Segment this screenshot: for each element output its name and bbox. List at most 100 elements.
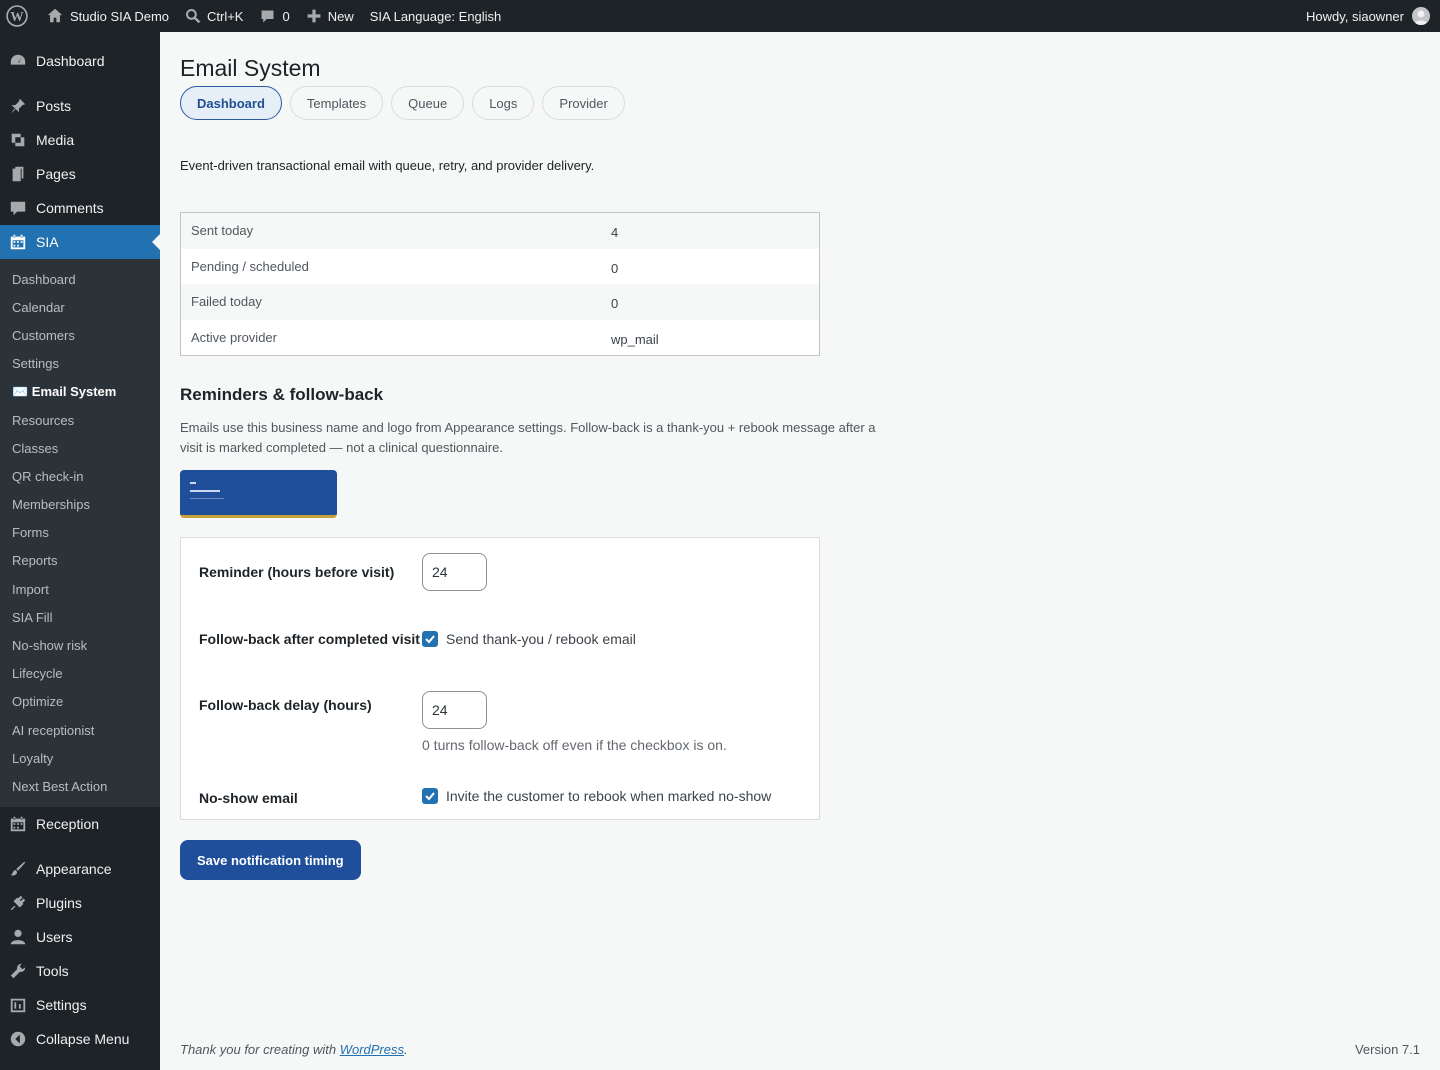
form-row-delay: Follow-back delay (hours) 24 0 turns fol… [199, 691, 801, 785]
menu-sia[interactable]: SIA [0, 225, 160, 259]
menu-label: Pages [36, 166, 76, 182]
email-logo-preview [180, 470, 337, 518]
my-account-menu[interactable]: Howdy, siaowner [1298, 0, 1440, 32]
pin-icon [8, 96, 28, 116]
menu-label: Posts [36, 98, 72, 114]
menu-media[interactable]: Media [0, 123, 160, 157]
main-content: Email System Dashboard Templates Queue L… [160, 32, 1440, 1070]
table-row: Pending / scheduled 0 [181, 249, 819, 285]
menu-dashboard[interactable]: Dashboard [0, 44, 160, 78]
menu-tools[interactable]: Tools [0, 954, 160, 988]
sidebar-item-sia-sub[interactable]: No-show risk [0, 631, 160, 659]
menu-label: Dashboard [36, 53, 105, 69]
wrench-icon [8, 961, 28, 981]
sidebar-item-sia-sub[interactable]: Calendar [0, 293, 160, 321]
menu-label: Settings [36, 996, 87, 1013]
sidebar-item-sia-sub[interactable]: Customers [0, 321, 160, 349]
tab-provider[interactable]: Provider [542, 86, 625, 120]
admin-sidebar: Dashboard Posts Media Pages Comments SIA… [0, 32, 160, 1070]
sidebar-item-sia-sub[interactable]: Optimize [0, 688, 160, 716]
sidebar-item-sia-sub[interactable]: SIA Fill [0, 603, 160, 631]
menu-label: Appearance [36, 860, 112, 877]
stat-value: wp_mail [611, 331, 659, 347]
plugin-icon [8, 893, 28, 913]
calendar-icon [8, 814, 28, 834]
section-heading: Reminders & follow-back [180, 385, 384, 404]
stat-value: 0 [611, 296, 619, 312]
menu-plugins[interactable]: Plugins [0, 886, 160, 920]
menu-label: Collapse Menu [36, 1030, 130, 1047]
sidebar-item-sia-sub[interactable]: Next Best Action [0, 772, 160, 800]
sia-submenu: Dashboard Calendar Customers Settings ✉️ Ema… [0, 259, 160, 807]
table-row: Active provider wp_mail [181, 320, 819, 356]
menu-posts[interactable]: Posts [0, 89, 160, 123]
noshow-label: No-show email [199, 790, 298, 806]
comments-link[interactable]: 0 [251, 0, 297, 32]
media-icon [8, 130, 28, 150]
followback-delay-input[interactable]: 24 [422, 691, 487, 729]
menu-label: Users [36, 928, 73, 945]
plus-icon [306, 8, 322, 24]
pages-icon [8, 164, 28, 184]
tab-dashboard[interactable]: Dashboard [180, 86, 282, 120]
save-notification-timing-button[interactable]: Save notification timing [180, 840, 361, 880]
sidebar-item-sia-sub[interactable]: AI receptionist [0, 716, 160, 744]
language-switcher[interactable]: SIA Language: English [362, 0, 510, 32]
wordpress-logo-icon[interactable]: W [0, 0, 38, 32]
calendar-icon [8, 232, 28, 252]
comments-icon [8, 198, 28, 218]
sidebar-item-sia-sub[interactable]: ✉️ Email System [0, 378, 160, 406]
sidebar-item-sia-sub[interactable]: Import [0, 575, 160, 603]
followback-checkbox-label[interactable]: Send thank-you / rebook email [422, 631, 801, 647]
stats-table: Sent today 4 Pending / scheduled 0 Faile… [180, 212, 820, 356]
svg-text:W: W [10, 9, 23, 24]
new-content-button[interactable]: New [298, 0, 362, 32]
sidebar-item-sia-sub[interactable]: Memberships [0, 491, 160, 519]
sidebar-item-sia-sub[interactable]: QR check-in [0, 462, 160, 490]
sidebar-item-sia-sub[interactable]: Settings [0, 350, 160, 378]
menu-appearance[interactable]: Appearance [0, 852, 160, 886]
footer-version: Version 7.1 [1354, 1042, 1420, 1057]
tab-queue[interactable]: Queue [391, 86, 465, 120]
reminder-hours-input[interactable]: 24 [422, 553, 487, 591]
avatar [1412, 7, 1430, 25]
noshow-checkbox[interactable] [422, 788, 438, 804]
followback-checkbox[interactable] [422, 631, 438, 647]
followback-label: Follow-back after completed visit [199, 631, 420, 647]
footer-thanks-text: Thank you for creating with [180, 1042, 340, 1057]
stat-label: Pending / scheduled [191, 258, 309, 274]
tab-logs[interactable]: Logs [472, 86, 535, 120]
site-name: Studio SIA Demo [70, 8, 169, 24]
menu-label: Plugins [36, 894, 82, 911]
howdy-text: Howdy, siaowner [1305, 8, 1404, 24]
noshow-checkbox-label[interactable]: Invite the customer to rebook when marke… [422, 788, 801, 804]
command-search-button[interactable]: Ctrl+K [177, 0, 251, 32]
sidebar-item-sia-sub[interactable]: Classes [0, 434, 160, 462]
sidebar-item-sia-sub[interactable]: Lifecycle [0, 660, 160, 688]
tab-templates[interactable]: Templates [289, 86, 384, 120]
notification-timing-form: Reminder (hours before visit) 24 Follow-… [180, 537, 820, 820]
menu-users[interactable]: Users [0, 920, 160, 954]
wordpress-link[interactable]: WordPress [340, 1042, 404, 1057]
sidebar-item-sia-sub[interactable]: Loyalty [0, 744, 160, 772]
sidebar-item-sia-sub[interactable]: Reports [0, 547, 160, 575]
comments-count: 0 [282, 8, 290, 24]
sidebar-item-sia-sub[interactable]: Resources [0, 406, 160, 434]
menu-pages[interactable]: Pages [0, 157, 160, 191]
sidebar-item-sia-sub[interactable]: Dashboard [0, 265, 160, 293]
preview-line [190, 482, 196, 484]
stat-value: 0 [611, 260, 619, 276]
menu-settings[interactable]: Settings [0, 988, 160, 1022]
stat-label: Active provider [191, 329, 277, 345]
site-name-link[interactable]: Studio SIA Demo [38, 0, 177, 32]
delay-label: Follow-back delay (hours) [199, 697, 372, 713]
menu-reception[interactable]: Reception [0, 807, 160, 841]
dashboard-icon [8, 51, 28, 71]
sidebar-item-sia-sub[interactable]: Forms [0, 519, 160, 547]
menu-comments[interactable]: Comments [0, 191, 160, 225]
section-description: Emails use this business name and logo f… [180, 420, 876, 455]
menu-collapse[interactable]: Collapse Menu [0, 1022, 160, 1056]
tab-bar: Dashboard Templates Queue Logs Provider [180, 86, 1440, 120]
intro-text: Event-driven transactional email with qu… [180, 158, 595, 173]
form-row-reminder: Reminder (hours before visit) 24 [199, 553, 801, 622]
